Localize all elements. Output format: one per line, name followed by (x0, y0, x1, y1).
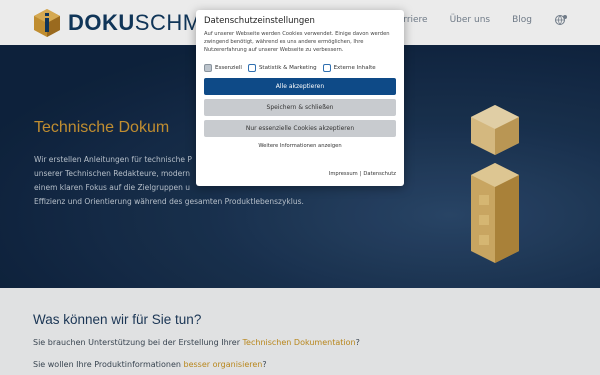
option-externe-inhalte[interactable]: Externe Inhalte (322, 64, 376, 72)
privacy-link[interactable]: Datenschutz (363, 171, 396, 177)
cookie-consent-dialog: Datenschutzeinstellungen Auf unserer Web… (196, 10, 404, 186)
dialog-title: Datenschutzeinstellungen (204, 16, 315, 26)
essential-only-button[interactable]: Nur essenzielle Cookies akzeptieren (204, 120, 396, 137)
dialog-description: Auf unserer Webseite werden Cookies verw… (204, 31, 390, 53)
option-label: Essenziell (215, 65, 242, 71)
checkbox-externe-inhalte[interactable] (322, 64, 331, 72)
option-essenziell[interactable]: Essenziell (204, 64, 242, 72)
option-statistik-marketing[interactable]: Statistik & Marketing (247, 64, 317, 72)
imprint-link[interactable]: Impressum (329, 171, 358, 177)
accept-all-button[interactable]: Alle akzeptieren (204, 78, 396, 95)
option-label: Statistik & Marketing (258, 65, 317, 71)
checkbox-essenziell[interactable] (204, 64, 212, 72)
dialog-footer-links: Impressum | Datenschutz (329, 171, 396, 177)
checkbox-statistik-marketing[interactable] (247, 64, 256, 72)
option-label: Externe Inhalte (333, 65, 376, 71)
more-info-link[interactable]: Weitere Informationen anzeigen (204, 143, 396, 149)
cookie-options: Essenziell Statistik & Marketing Externe… (204, 64, 396, 72)
save-close-button[interactable]: Speichern & schließen (204, 99, 396, 116)
link-separator: | (359, 171, 362, 177)
